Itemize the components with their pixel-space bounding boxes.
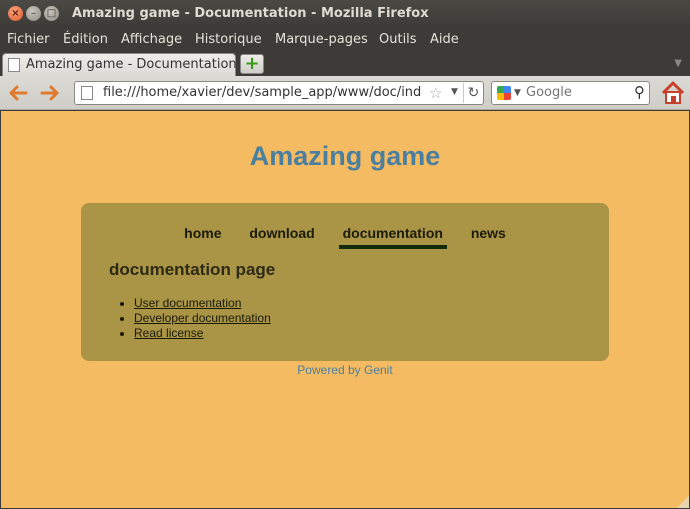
documentation-links: User documentation Developer documentati… xyxy=(134,296,271,341)
back-button[interactable] xyxy=(6,81,30,105)
menu-marque-pages[interactable]: Marque-pages xyxy=(275,32,368,47)
new-tab-button[interactable]: + xyxy=(240,54,264,74)
list-item: Read license xyxy=(134,326,271,340)
chevron-down-icon[interactable]: ▼ xyxy=(514,88,521,98)
menu-edition[interactable]: Édition xyxy=(63,32,108,47)
content-panel: home download documentation news documen… xyxy=(81,203,609,361)
tab-documentation[interactable]: Amazing game - Documentation xyxy=(2,53,237,76)
star-icon[interactable]: ☆ xyxy=(429,84,442,102)
navigation-bar: file:///home/xavier/dev/sample_app/www/d… xyxy=(0,76,690,110)
forward-arrow-icon xyxy=(40,85,59,101)
nav-documentation-link[interactable]: documentation xyxy=(338,225,447,249)
close-window-button[interactable]: × xyxy=(8,6,23,21)
read-license-link[interactable]: Read license xyxy=(134,326,203,340)
nav-news-link[interactable]: news xyxy=(467,225,510,245)
chevron-down-icon[interactable]: ▼ xyxy=(451,87,458,97)
resize-grip[interactable] xyxy=(677,496,689,508)
tab-strip: Amazing game - Documentation + ▼ xyxy=(0,52,690,76)
page-icon xyxy=(81,86,93,100)
search-icon[interactable]: ⚲ xyxy=(634,83,645,101)
user-documentation-link[interactable]: User documentation xyxy=(134,296,241,310)
list-item: User documentation xyxy=(134,296,271,310)
search-input[interactable] xyxy=(526,85,622,100)
forward-button[interactable] xyxy=(38,81,62,105)
site-nav: home download documentation news xyxy=(81,225,609,249)
menu-fichier[interactable]: Fichier xyxy=(7,32,50,47)
chevron-down-icon[interactable]: ▼ xyxy=(674,58,682,69)
minimize-window-button[interactable]: – xyxy=(26,6,41,21)
menu-affichage[interactable]: Affichage xyxy=(121,32,182,47)
menu-historique[interactable]: Historique xyxy=(195,32,262,47)
reload-icon[interactable]: ↻ xyxy=(463,83,483,103)
title-bar: × – □ Amazing game - Documentation - Moz… xyxy=(0,0,690,28)
home-button[interactable] xyxy=(660,80,686,106)
maximize-window-button[interactable]: □ xyxy=(44,6,59,21)
tab-label: Amazing game - Documentation xyxy=(26,57,237,72)
page-content: Amazing game home download documentation… xyxy=(1,111,689,508)
footer-powered-by: Powered by Genit xyxy=(297,363,393,377)
menu-outils[interactable]: Outils xyxy=(379,32,417,47)
google-icon[interactable] xyxy=(497,86,511,100)
menu-bar: Fichier Édition Affichage Historique Mar… xyxy=(0,28,690,52)
search-bar[interactable]: ▼ ⚲ xyxy=(491,81,650,105)
list-item: Developer documentation xyxy=(134,311,271,325)
back-arrow-icon xyxy=(9,85,28,101)
window-title: Amazing game - Documentation - Mozilla F… xyxy=(72,6,429,21)
menu-aide[interactable]: Aide xyxy=(430,32,459,47)
site-title: Amazing game xyxy=(249,141,441,171)
nav-download-link[interactable]: download xyxy=(245,225,318,245)
url-text[interactable]: file:///home/xavier/dev/sample_app/www/d… xyxy=(103,85,428,100)
home-icon xyxy=(661,81,685,104)
developer-documentation-link[interactable]: Developer documentation xyxy=(134,311,271,325)
nav-home-link[interactable]: home xyxy=(180,225,225,245)
url-bar[interactable]: file:///home/xavier/dev/sample_app/www/d… xyxy=(74,81,484,105)
page-icon xyxy=(8,58,20,72)
section-title: documentation page xyxy=(109,260,276,279)
